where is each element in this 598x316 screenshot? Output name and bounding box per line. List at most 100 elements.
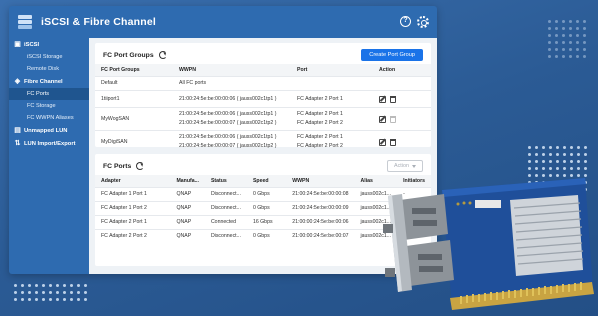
sidebar-group-unmapped-lun[interactable]: ▤ Unmapped LUN	[9, 124, 89, 137]
port-line: FC Adapter 2 Port 1	[297, 111, 343, 117]
gear-icon[interactable]	[417, 16, 429, 28]
dot	[542, 160, 545, 163]
dot	[576, 41, 579, 44]
column-header[interactable]: Adapter	[95, 175, 171, 188]
edit-icon[interactable]	[379, 138, 386, 146]
dot	[35, 298, 38, 301]
dot	[562, 34, 565, 37]
wwpn-line: 21:00:24:5e:be:00:00:07 ( jauss002c1tp2 …	[179, 120, 277, 126]
dot	[21, 284, 24, 287]
create-port-group-button[interactable]: Create Port Group	[361, 49, 423, 61]
table-row[interactable]: MyDigiSAN 21:00:24:5e:be:00:00:06 ( jaus…	[95, 130, 431, 153]
dot	[562, 27, 565, 30]
refresh-icon[interactable]	[136, 162, 145, 170]
dot	[569, 20, 572, 23]
chevron-down-icon	[412, 164, 416, 168]
column-header[interactable]: WWPN	[286, 175, 355, 188]
dot	[70, 284, 73, 287]
sidebar-item-remote-disk[interactable]: Remote Disk	[9, 63, 89, 75]
sidebar-group-label: Unmapped LUN	[24, 127, 68, 134]
storage-icon: ▣	[14, 41, 21, 48]
dot	[577, 146, 580, 149]
dot	[548, 20, 551, 23]
dot	[70, 298, 73, 301]
dot	[84, 298, 87, 301]
dot	[555, 55, 558, 58]
sidebar-item-iscsi-storage[interactable]: iSCSI Storage	[9, 51, 89, 63]
dot	[42, 298, 45, 301]
dot	[49, 298, 52, 301]
dot	[548, 27, 551, 30]
dot	[28, 284, 31, 287]
dot	[583, 27, 586, 30]
sidebar-group-fibre-channel[interactable]: ◈ Fibre Channel	[9, 75, 89, 88]
port-speed: 0 Gbps	[246, 187, 287, 202]
dot	[584, 153, 587, 156]
group-actions	[373, 76, 431, 91]
lun-icon: ▤	[14, 127, 21, 134]
column-header[interactable]: Status	[204, 175, 247, 188]
wwpn-line: 21:00:24:5e:be:00:00:06 ( jauss002c1tp1 …	[179, 111, 277, 117]
trash-icon[interactable]	[390, 115, 396, 123]
dot	[49, 291, 52, 294]
dot	[576, 20, 579, 23]
dot	[14, 291, 17, 294]
dot	[584, 160, 587, 163]
dot	[56, 298, 59, 301]
dot	[549, 146, 552, 149]
dot	[548, 34, 551, 37]
sidebar-item-fc-ports[interactable]: FC Ports	[9, 88, 89, 100]
column-header[interactable]: Manufa...	[170, 175, 205, 188]
port-manufacturer: QNAP	[170, 187, 205, 202]
decorative-dots	[548, 20, 586, 58]
port-wwpn: 21:00:24:5e:be:00:00:08	[286, 187, 355, 202]
sidebar-group-lun-import-export[interactable]: ⇅ LUN Import/Export	[9, 137, 89, 150]
dot	[563, 153, 566, 156]
dot	[42, 291, 45, 294]
table-row[interactable]: MyWogSAN 21:00:24:5e:be:00:00:06 ( jauss…	[95, 107, 431, 131]
column-header[interactable]: Speed	[246, 175, 287, 188]
table-row[interactable]: 1tiiport1 21:00:24:5e:be:00:00:06 ( jaus…	[95, 90, 431, 108]
wwpn-line: 21:00:24:5e:be:00:00:06 ( jauss002c1tp1 …	[179, 134, 277, 140]
edit-icon[interactable]	[379, 95, 386, 103]
trash-icon[interactable]	[390, 95, 396, 103]
table-row[interactable]: Default All FC ports	[95, 76, 431, 91]
column-header[interactable]: Port	[291, 64, 373, 77]
dot	[49, 284, 52, 287]
dot	[563, 160, 566, 163]
dot	[35, 291, 38, 294]
dot	[562, 20, 565, 23]
trash-icon[interactable]	[390, 138, 396, 146]
dot	[562, 48, 565, 51]
port-manufacturer: QNAP	[170, 201, 205, 216]
edit-icon[interactable]	[379, 115, 386, 123]
help-icon[interactable]: ?	[400, 16, 411, 27]
port-adapter: FC Adapter 1 Port 1	[95, 187, 171, 202]
dot	[84, 284, 87, 287]
column-header[interactable]: FC Port Groups	[95, 64, 173, 77]
dot	[21, 291, 24, 294]
dot	[21, 298, 24, 301]
dot	[56, 291, 59, 294]
dot	[77, 284, 80, 287]
dot	[77, 291, 80, 294]
sidebar-item-fc-storage[interactable]: FC Storage	[9, 100, 89, 112]
dot	[556, 153, 559, 156]
panel-title: FC Ports	[103, 162, 132, 170]
dot	[42, 284, 45, 287]
dot	[570, 153, 573, 156]
refresh-icon[interactable]	[158, 51, 167, 59]
group-wwpn: 21:00:24:5e:be:00:00:06 ( jauss002c1tp1 …	[173, 130, 291, 153]
fibre-icon: ◈	[14, 78, 21, 85]
dot	[555, 41, 558, 44]
port-speed: 0 Gbps	[246, 201, 287, 216]
sidebar-group-iscsi[interactable]: ▣ iSCSI	[9, 38, 89, 51]
dot	[70, 291, 73, 294]
sidebar-group-label: LUN Import/Export	[24, 140, 76, 147]
title-bar: iSCSI & Fibre Channel ?	[9, 6, 437, 38]
column-header[interactable]: WWPN	[173, 64, 291, 77]
port-speed: 0 Gbps	[246, 229, 287, 243]
dot	[35, 284, 38, 287]
sidebar-item-fc-wwpn-aliases[interactable]: FC WWPN Aliases	[9, 112, 89, 124]
panel-title: FC Port Groups	[103, 51, 154, 59]
